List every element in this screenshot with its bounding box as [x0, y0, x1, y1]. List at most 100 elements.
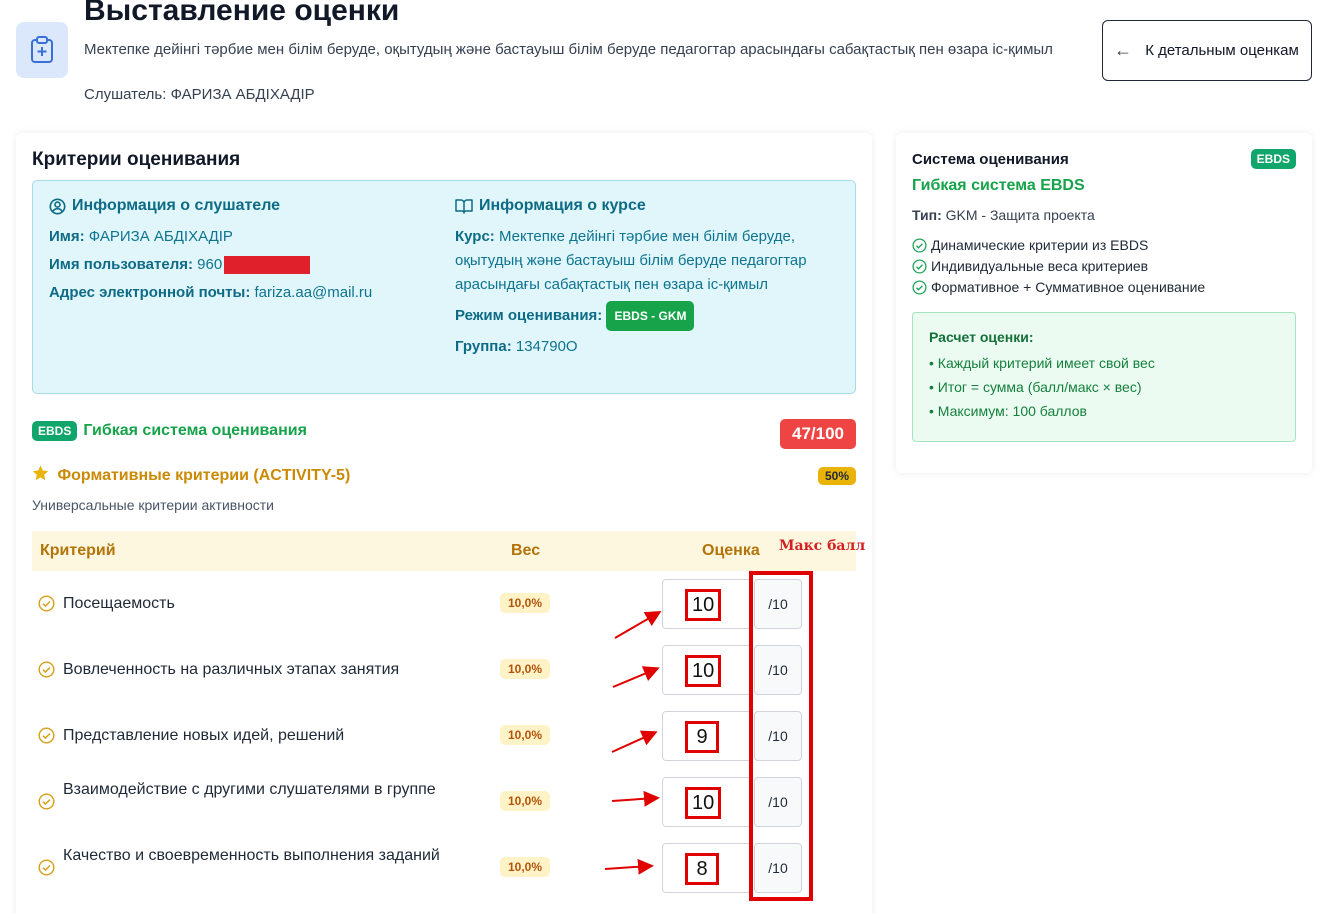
type-value: GKM - Защита проекта: [945, 207, 1095, 223]
star-icon: [32, 465, 49, 485]
system-title: Гибкая система оценивания: [83, 422, 307, 439]
feature-text: Формативное + Суммативное оценивание: [931, 279, 1206, 295]
score-input[interactable]: 10: [662, 777, 752, 827]
check-circle-icon: [38, 727, 55, 749]
student-info: Информация о слушателе Имя: ФАРИЗА АБДІХ…: [49, 197, 429, 309]
weight-badge: 10,0%: [500, 857, 551, 877]
listener-name: Слушатель: ФАРИЗА АБДІХАДІР: [84, 86, 315, 103]
page-title: Выставление оценки: [84, 0, 400, 27]
calc-item: • Максимум: 100 баллов: [929, 403, 1087, 419]
check-circle-icon: [38, 793, 55, 815]
back-to-detailed-grades-button[interactable]: ← К детальным оценкам: [1102, 20, 1312, 81]
calc-item: • Каждый критерий имеет свой вес: [929, 355, 1155, 371]
ebds-badge: EBDS: [32, 421, 78, 441]
user-circle-icon: [49, 198, 66, 214]
arrow-left-icon: ←: [1114, 40, 1132, 60]
mode-badge: EBDS - GKM: [606, 301, 695, 331]
student-info-heading: Информация о слушателе: [49, 197, 429, 215]
criterion-name: Посещаемость: [63, 595, 175, 612]
formative-subtitle: Универсальные критерии активности: [32, 497, 274, 513]
max-score-annotation: Макс балл: [779, 538, 866, 554]
score-input[interactable]: 10: [662, 579, 752, 629]
back-button-label: К детальным оценкам: [1145, 42, 1299, 59]
check-circle-icon: [38, 595, 55, 617]
redaction-bar: [224, 256, 311, 275]
feature-text: Динамические критерии из EBDS: [931, 237, 1149, 253]
email-value: fariza.aa@mail.ru: [254, 284, 373, 301]
system-name: Гибкая система EBDS: [912, 177, 1085, 194]
criterion-name: Представление новых идей, решений: [63, 727, 345, 744]
criterion-name: Вовлеченность на различных этапах заняти…: [63, 661, 400, 678]
col-criterion: Критерий: [40, 542, 116, 559]
score-value: 9: [685, 721, 719, 753]
table-row: Представление новых идей, решений 10,0% …: [32, 703, 856, 769]
criterion-name: Качество и своевременность выполнения за…: [63, 847, 440, 864]
score-value: 10: [685, 787, 722, 819]
table-row: Качество и своевременность выполнения за…: [32, 835, 856, 901]
calc-item: • Итог = сумма (балл/макс × вес): [929, 379, 1142, 395]
score-input[interactable]: 9: [662, 711, 752, 761]
score-input[interactable]: 10: [662, 645, 752, 695]
calc-title: Расчет оценки:: [929, 329, 1034, 345]
name-label: Имя:: [49, 228, 85, 245]
group-label: Группа:: [455, 338, 512, 355]
book-open-icon: [455, 199, 473, 214]
course-value: Мектепке дейінгі тәрбие мен білім беруде…: [455, 228, 807, 293]
clipboard-plus-icon: [16, 22, 68, 78]
type-label: Тип:: [912, 207, 942, 223]
course-label: Курс:: [455, 228, 495, 245]
score-value: 10: [685, 655, 722, 687]
feature-list: Динамические критерии из EBDS Индивидуал…: [912, 235, 1205, 298]
weight-badge: 10,0%: [500, 659, 551, 679]
score-value: 8: [685, 853, 719, 885]
criteria-card-title: Критерии оценивания: [32, 149, 241, 170]
total-score-badge: 47/100: [780, 419, 856, 449]
check-circle-icon: [912, 238, 927, 253]
page-subtitle: Мектепке дейінгі тәрбие мен білім беруде…: [84, 41, 1053, 58]
mode-label: Режим оценивания:: [455, 306, 603, 324]
max-score: /10: [754, 645, 802, 695]
name-value: ФАРИЗА АБДІХАДІР: [88, 228, 233, 245]
check-circle-icon: [912, 259, 927, 274]
username-label: Имя пользователя:: [49, 256, 193, 273]
info-panel: Информация о слушателе Имя: ФАРИЗА АБДІХ…: [32, 180, 856, 394]
score-value: 10: [685, 589, 722, 621]
max-score: /10: [754, 711, 802, 761]
table-row: Посещаемость 10,0% 10 /10: [32, 571, 856, 637]
course-info: Информация о курсе Курс: Мектепке дейінг…: [455, 197, 845, 363]
formative-percent-badge: 50%: [817, 467, 856, 485]
score-input[interactable]: 8: [662, 843, 752, 893]
group-value: 134790О: [515, 338, 578, 355]
system-card-title: Система оценивания: [912, 151, 1069, 168]
criteria-card: Критерии оценивания Информация о слушате…: [16, 133, 872, 913]
formative-title: Формативные критерии (ACTIVITY-5): [57, 466, 351, 484]
table-row: Взаимодействие с другими слушателями в г…: [32, 769, 856, 835]
col-score: Оценка: [702, 542, 760, 559]
system-type: Тип: GKM - Защита проекта: [912, 207, 1095, 223]
course-info-heading: Информация о курсе: [455, 197, 845, 215]
max-score: /10: [754, 579, 802, 629]
weight-badge: 10,0%: [500, 593, 551, 613]
ebds-badge: EBDS: [1250, 149, 1296, 169]
calculation-box: Расчет оценки: • Каждый критерий имеет с…: [912, 312, 1296, 442]
check-circle-icon: [38, 859, 55, 881]
course-info-title: Информация о курсе: [479, 197, 646, 214]
feature-item: Динамические критерии из EBDS: [912, 235, 1205, 256]
weight-badge: 10,0%: [500, 725, 551, 745]
feature-item: Формативное + Суммативное оценивание: [912, 277, 1205, 298]
check-circle-icon: [912, 280, 927, 295]
feature-text: Индивидуальные веса критериев: [931, 258, 1149, 274]
table-row: Вовлеченность на различных этапах заняти…: [32, 637, 856, 703]
feature-item: Индивидуальные веса критериев: [912, 256, 1205, 277]
username-value: 960: [197, 256, 223, 273]
grading-system-card: Система оценивания EBDS Гибкая система E…: [896, 133, 1312, 473]
grading-system-row: EBDS Гибкая система оценивания 47/100: [32, 419, 856, 451]
max-score: /10: [754, 777, 802, 827]
email-label: Адрес электронной почты:: [49, 284, 251, 301]
criteria-table-header: Критерий Вес Оценка: [32, 531, 856, 571]
criterion-name: Взаимодействие с другими слушателями в г…: [63, 781, 436, 798]
weight-badge: 10,0%: [500, 791, 551, 811]
check-circle-icon: [38, 661, 55, 683]
student-info-title: Информация о слушателе: [72, 197, 281, 214]
max-score: /10: [754, 843, 802, 893]
